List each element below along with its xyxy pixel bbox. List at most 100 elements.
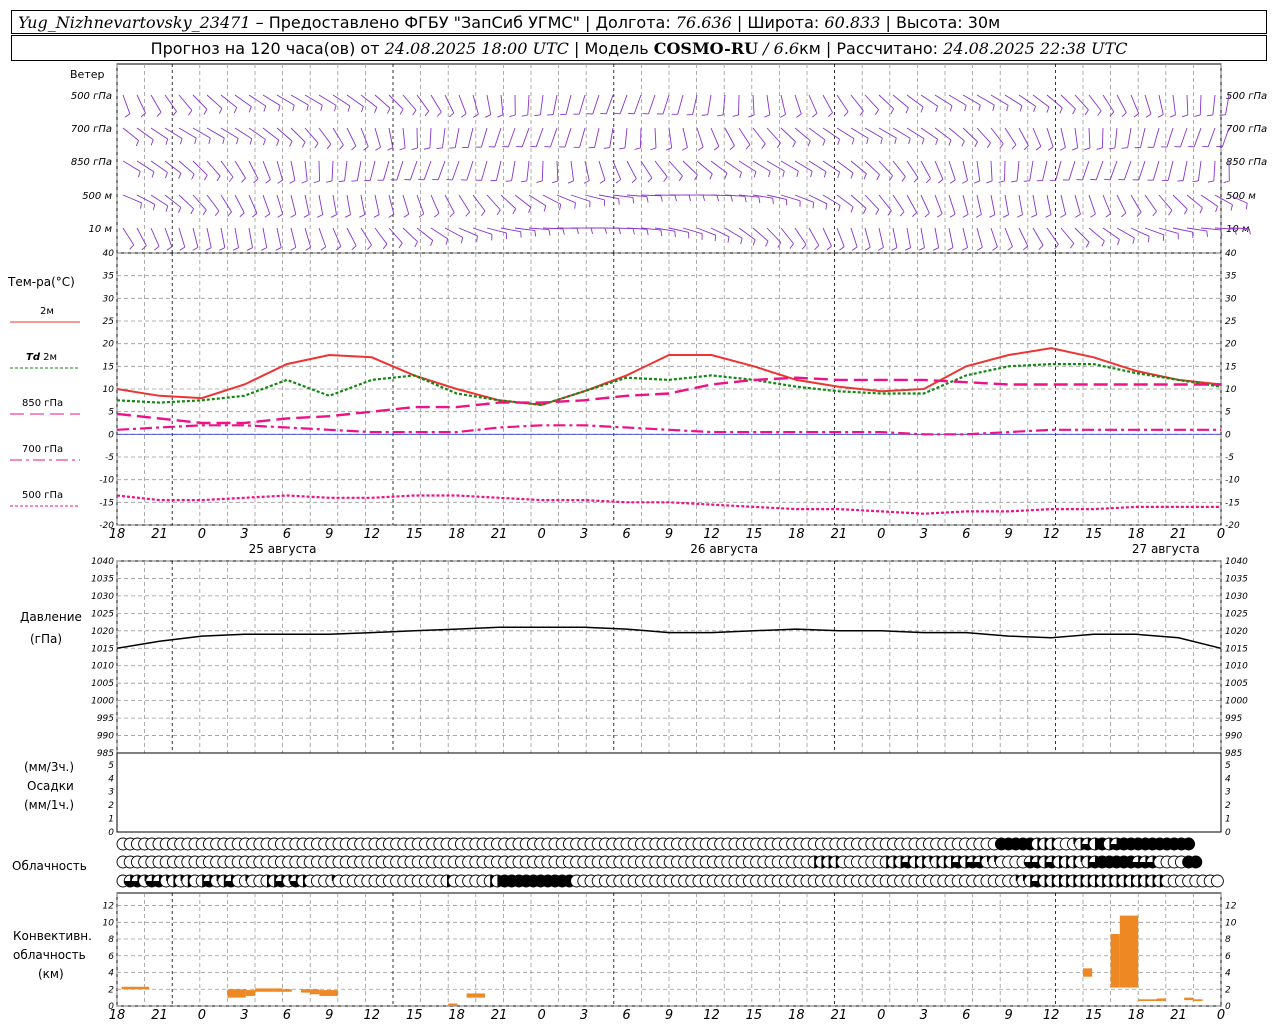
wind-barb-feather bbox=[264, 213, 271, 218]
wind-barb-feather bbox=[536, 180, 543, 183]
temp-xtick: 3 bbox=[240, 527, 248, 542]
wind-barb-feather bbox=[423, 147, 430, 150]
wind-barb-feather bbox=[796, 113, 802, 118]
wind-barb-feather bbox=[165, 172, 168, 179]
wind-barb bbox=[822, 194, 841, 206]
wind-barb-feather bbox=[222, 137, 225, 144]
wind-barb-feather bbox=[367, 244, 372, 250]
wind-barb-feather bbox=[261, 247, 267, 251]
wind-barb-feather bbox=[1136, 211, 1142, 217]
wind-barb bbox=[766, 94, 771, 115]
wind-level-left: 850 гПа bbox=[71, 157, 112, 168]
wind-barb bbox=[1167, 160, 1174, 181]
wind-barb bbox=[552, 94, 558, 115]
wind-barb bbox=[346, 194, 351, 215]
wind-barb bbox=[948, 127, 965, 142]
temp-ytick-right: -15 bbox=[1225, 498, 1240, 508]
wind-barb bbox=[948, 227, 954, 248]
wind-barb-feather bbox=[129, 244, 135, 250]
wind-barb-feather bbox=[717, 114, 724, 117]
wind-barb-feather bbox=[590, 227, 594, 234]
precip-ytick-right: 3 bbox=[1225, 788, 1231, 798]
temp-ytick-left: 40 bbox=[103, 249, 115, 259]
conv-xtick: 15 bbox=[1085, 1008, 1102, 1023]
wind-barb-feather bbox=[313, 180, 320, 184]
temp-ytick-left: -5 bbox=[105, 453, 114, 463]
wind-barb bbox=[318, 194, 324, 215]
wind-barb bbox=[150, 127, 168, 140]
cloud-symbol-fill bbox=[1182, 838, 1195, 850]
wind-barb bbox=[976, 127, 991, 144]
wind-barb bbox=[738, 127, 751, 145]
wind-barb bbox=[822, 94, 833, 113]
wind-barb-feather bbox=[520, 231, 522, 238]
wind-barb bbox=[878, 160, 893, 176]
wind-level-right: 700 гПа bbox=[1226, 124, 1267, 135]
wind-barb-feather bbox=[604, 227, 608, 234]
wind-barb bbox=[521, 127, 530, 147]
wind-barb bbox=[178, 94, 193, 111]
conv-xtick: 18 bbox=[1128, 1008, 1145, 1023]
wind-barb-feather bbox=[246, 247, 253, 251]
wind-barb bbox=[878, 227, 884, 248]
wind-barb bbox=[892, 227, 898, 248]
wind-barb bbox=[383, 160, 390, 181]
pressure-ytick-left: 1005 bbox=[91, 679, 114, 689]
wind-barb bbox=[1042, 160, 1048, 181]
wind-barb-feather bbox=[875, 209, 880, 215]
wind-barb bbox=[429, 127, 432, 148]
wind-barb-feather bbox=[306, 104, 309, 111]
wind-barb bbox=[1144, 94, 1152, 115]
pressure-ytick-right: 1035 bbox=[1225, 574, 1248, 584]
wind-barb-feather bbox=[688, 194, 692, 201]
wind-barb-feather bbox=[992, 104, 995, 111]
wind-barb-feather bbox=[1016, 214, 1023, 218]
wind-barb-feather bbox=[632, 228, 635, 235]
wind-barb bbox=[934, 227, 940, 248]
wind-barb bbox=[1138, 160, 1146, 181]
wind-barb-feather bbox=[275, 247, 282, 251]
temp-xtick: 18 bbox=[109, 527, 126, 542]
wind-barb-feather bbox=[303, 214, 310, 218]
wind-barb bbox=[276, 227, 282, 248]
wind-barb bbox=[472, 94, 479, 115]
wind-barb bbox=[430, 227, 449, 240]
wind-barb bbox=[526, 160, 530, 181]
wind-barb bbox=[535, 127, 544, 147]
conv-xtick: 15 bbox=[746, 1008, 763, 1023]
wind-barb bbox=[511, 160, 516, 181]
conv-bar bbox=[1156, 998, 1166, 1001]
wind-barb-feather bbox=[753, 171, 757, 178]
wind-barb bbox=[1182, 160, 1188, 181]
wind-barb bbox=[178, 127, 197, 139]
wind-barb bbox=[609, 127, 614, 148]
wind-barb-feather bbox=[807, 140, 811, 147]
wind-barb-feather bbox=[373, 214, 380, 218]
conv-xtick: 9 bbox=[1005, 1008, 1013, 1023]
wind-barb bbox=[836, 94, 849, 112]
wind-barb-feather bbox=[290, 214, 297, 218]
wind-barb bbox=[724, 127, 735, 146]
wind-barb-feather bbox=[399, 108, 404, 115]
wind-barb bbox=[1029, 160, 1034, 181]
wind-barb-feather bbox=[301, 180, 308, 184]
wind-barb bbox=[442, 127, 446, 148]
wind-barb-feather bbox=[387, 147, 393, 151]
wind-barb-feather bbox=[166, 246, 173, 251]
wind-barb bbox=[164, 127, 183, 139]
temp-ytick-left: 0 bbox=[108, 430, 114, 440]
wind-barb bbox=[710, 127, 720, 147]
precip-ytick-right: 4 bbox=[1225, 774, 1231, 784]
conv-bar bbox=[1110, 934, 1120, 988]
wind-barb-feather bbox=[992, 246, 998, 251]
precip-ytick-left: 5 bbox=[108, 761, 114, 771]
wind-barb-feather bbox=[227, 211, 232, 217]
temp-ytick-left: 20 bbox=[103, 340, 115, 350]
wind-barb-feather bbox=[461, 113, 467, 118]
wind-barb bbox=[262, 227, 268, 248]
wind-barb-feather bbox=[925, 178, 931, 184]
wind-barb bbox=[948, 194, 956, 215]
wind-barb bbox=[1152, 160, 1160, 181]
pressure-ytick-left: 1020 bbox=[91, 627, 114, 637]
wind-barb bbox=[1046, 227, 1059, 245]
